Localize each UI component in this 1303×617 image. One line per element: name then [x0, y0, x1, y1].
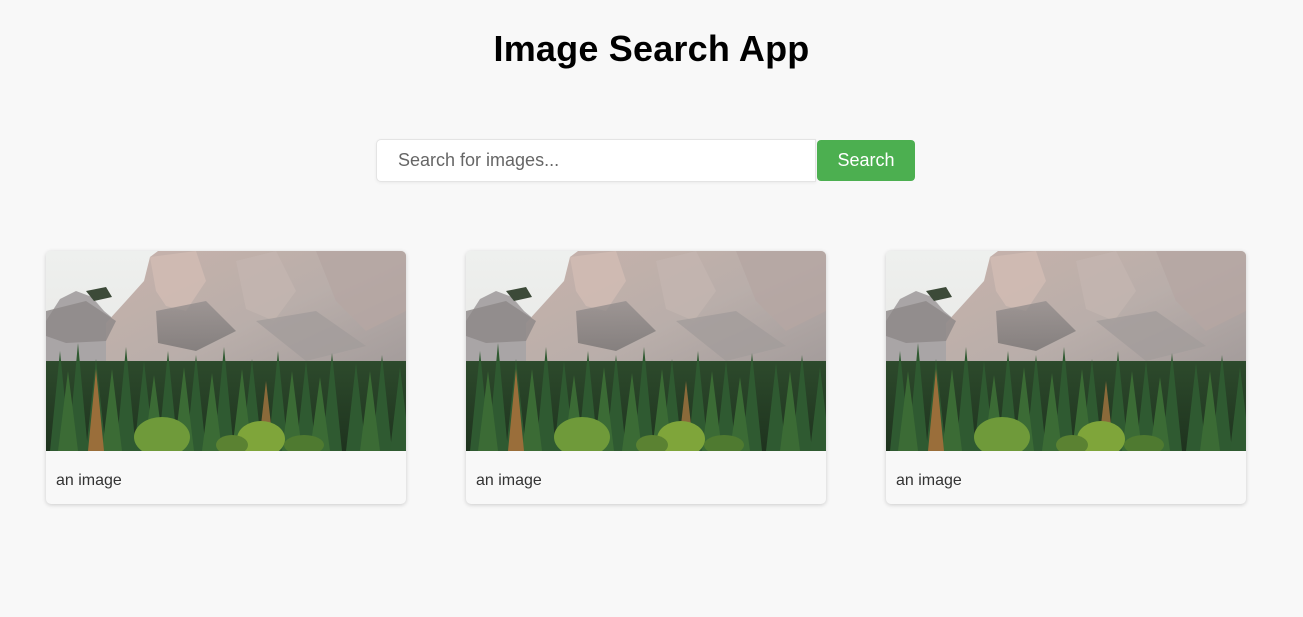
image-results-grid: an image an image an image [46, 251, 1246, 504]
image-caption: an image [896, 472, 962, 489]
page: Image Search App Search an image an imag… [0, 0, 1303, 617]
mountain-forest-image[interactable] [46, 251, 406, 451]
image-caption: an image [56, 472, 122, 489]
image-card[interactable]: an image [46, 251, 406, 504]
image-caption: an image [476, 472, 542, 489]
search-input[interactable] [376, 139, 816, 182]
mountain-forest-image[interactable] [886, 251, 1246, 451]
search-bar: Search [376, 139, 916, 182]
page-title: Image Search App [493, 28, 810, 69]
search-button[interactable]: Search [817, 140, 915, 181]
image-card[interactable]: an image [466, 251, 826, 504]
mountain-forest-image[interactable] [466, 251, 826, 451]
image-card[interactable]: an image [886, 251, 1246, 504]
